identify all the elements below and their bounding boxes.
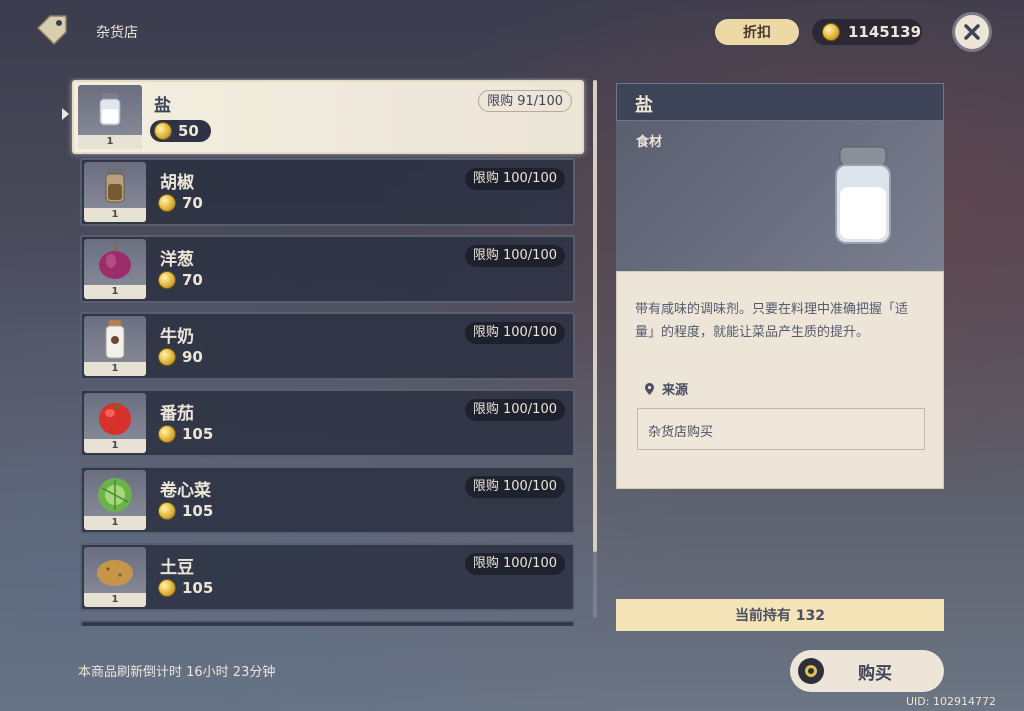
price-tag-icon [36, 15, 67, 46]
purchase-limit-badge: 限购 100/100 [464, 399, 565, 421]
item-name: 洋葱 [160, 250, 194, 270]
source-value: 杂货店购买 [648, 425, 714, 440]
item-description: 带有咸味的调味剂。只要在料理中准确把握「适量」的程度，就能让菜品产生质的提升。 [635, 302, 909, 340]
confirm-icon [798, 658, 824, 684]
purchase-limit-badge: 限购 100/100 [464, 553, 565, 575]
pepper-icon [105, 168, 125, 203]
mora-coin-icon [154, 122, 172, 140]
milk-icon [105, 320, 125, 359]
list-item-tomato[interactable]: 1 番茄 105 限购 100/100 [80, 389, 575, 457]
mora-amount: 1145139 [848, 23, 922, 41]
purchase-limit-badge: 限购 100/100 [464, 245, 565, 267]
item-price: 105 [158, 502, 213, 520]
detail-category: 食材 [636, 135, 663, 150]
item-detail-panel: 盐 食材 带有咸味的调味剂。只要在料理中准确把握「适量」的程度，就能让菜品产生质… [616, 83, 944, 489]
item-price: 70 [158, 271, 203, 289]
mora-coin-icon [158, 579, 176, 597]
item-price: 50 [150, 120, 211, 142]
salt-icon [99, 93, 121, 126]
purchase-limit-badge: 限购 91/100 [478, 90, 572, 112]
mora-coin-icon [158, 194, 176, 212]
mora-display: 1145139 [811, 18, 923, 46]
item-name: 番茄 [160, 404, 194, 424]
mora-coin-icon [158, 502, 176, 520]
item-name: 卷心菜 [160, 481, 211, 501]
close-button[interactable] [952, 12, 992, 52]
top-bar: 杂货店 折扣 1145139 [0, 0, 1024, 62]
item-thumbnail: 1 [84, 547, 146, 607]
item-thumbnail: 1 [84, 162, 146, 222]
discount-button[interactable]: 折扣 [715, 19, 799, 45]
item-thumbnail: 1 [84, 316, 146, 376]
list-item-salt[interactable]: 1 盐 50 限购 91/100 [72, 80, 584, 154]
list-item-milk[interactable]: 1 牛奶 90 限购 100/100 [80, 312, 575, 380]
list-item-partial[interactable] [80, 620, 575, 626]
item-name: 牛奶 [160, 327, 194, 347]
list-item-potato[interactable]: 1 土豆 105 限购 100/100 [80, 543, 575, 611]
item-thumbnail: 1 [84, 393, 146, 453]
detail-body: 带有咸味的调味剂。只要在料理中准确把握「适量」的程度，就能让菜品产生质的提升。 … [616, 271, 944, 489]
scrollbar-thumb[interactable] [593, 80, 597, 552]
list-item-onion[interactable]: 1 洋葱 70 限购 100/100 [80, 235, 575, 303]
mora-coin-icon [158, 271, 176, 289]
close-icon [964, 24, 980, 40]
potato-icon [97, 560, 133, 586]
item-thumbnail: 1 [84, 239, 146, 299]
holding-count: 当前持有 132 [616, 599, 944, 631]
detail-header: 盐 [616, 83, 944, 121]
shop-title: 杂货店 [96, 25, 138, 41]
item-price: 105 [158, 579, 213, 597]
item-list: 1 盐 50 限购 91/100 1 胡椒 70 限购 100/100 1 洋葱… [60, 78, 590, 626]
item-thumbnail: 1 [78, 85, 142, 149]
item-thumbnail: 1 [84, 470, 146, 530]
buy-button[interactable]: 购买 [790, 650, 944, 692]
onion-icon [99, 242, 131, 279]
uid-label: UID: 102914772 [906, 695, 996, 708]
purchase-limit-badge: 限购 100/100 [464, 322, 565, 344]
salt-jar-icon [835, 146, 891, 244]
purchase-limit-badge: 限购 100/100 [464, 168, 565, 190]
detail-item-name: 盐 [635, 95, 653, 116]
item-price: 70 [158, 194, 203, 212]
source-box: 杂货店购买 [637, 408, 925, 450]
location-pin-icon [645, 382, 654, 395]
buy-button-label: 购买 [858, 663, 892, 684]
purchase-limit-badge: 限购 100/100 [464, 476, 565, 498]
detail-image-area: 食材 [616, 121, 944, 271]
list-item-cabbage[interactable]: 1 卷心菜 105 限购 100/100 [80, 466, 575, 534]
mora-coin-icon [158, 425, 176, 443]
mora-coin-icon [822, 23, 840, 41]
cabbage-icon [98, 478, 132, 512]
item-name: 盐 [154, 96, 171, 116]
item-name: 胡椒 [160, 173, 194, 193]
item-price: 90 [158, 348, 203, 366]
mora-coin-icon [158, 348, 176, 366]
source-label: 来源 [645, 379, 688, 398]
item-price: 105 [158, 425, 213, 443]
item-name: 土豆 [160, 558, 194, 578]
tomato-icon [99, 403, 131, 435]
list-item-pepper[interactable]: 1 胡椒 70 限购 100/100 [80, 158, 575, 226]
refresh-countdown: 本商品刷新倒计时 16小时 23分钟 [78, 665, 276, 680]
